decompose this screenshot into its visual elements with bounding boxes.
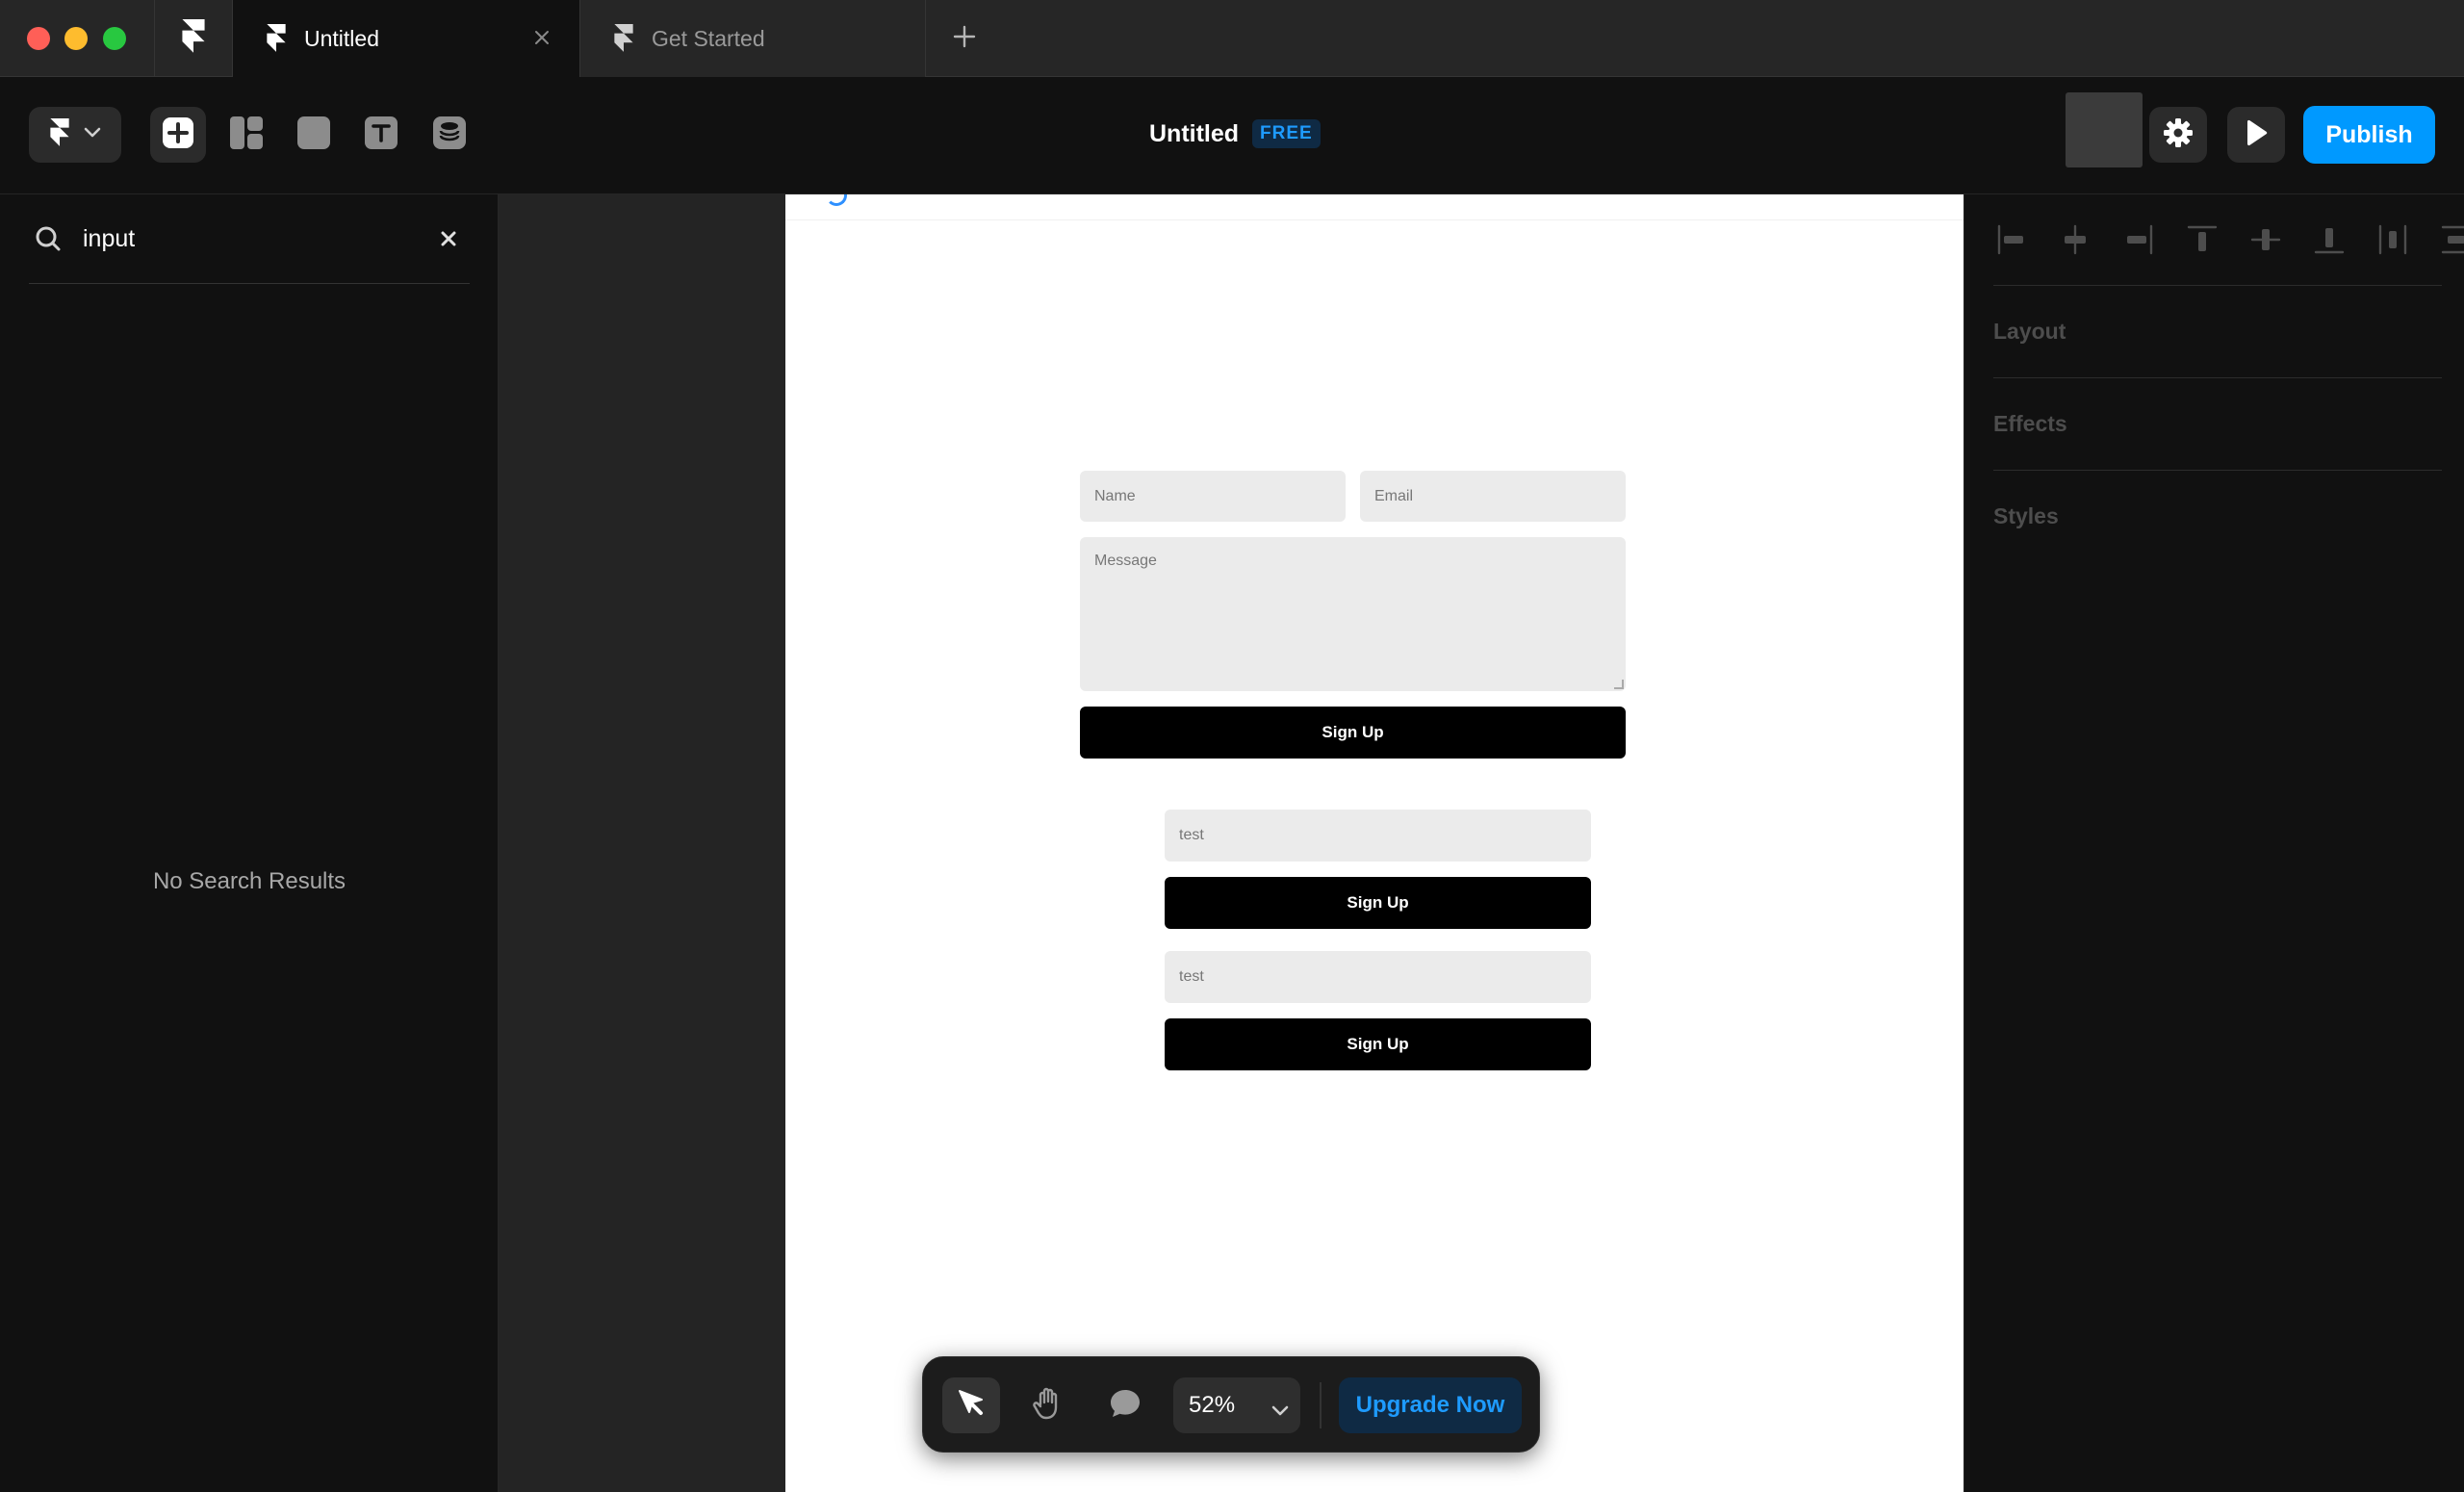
comment-bubble-icon bbox=[1109, 1388, 1142, 1424]
hand-icon bbox=[1032, 1386, 1065, 1426]
properties-panel: Layout Effects Styles bbox=[1964, 194, 2464, 1492]
align-right-icon[interactable] bbox=[2122, 223, 2155, 256]
sign-up-button[interactable]: Sign Up bbox=[1165, 877, 1591, 929]
frame-button[interactable] bbox=[286, 107, 342, 163]
page-nav-fragment bbox=[826, 194, 847, 206]
test-input[interactable]: test bbox=[1165, 810, 1591, 862]
test-input[interactable]: test bbox=[1165, 951, 1591, 1003]
align-vertical-center-icon[interactable] bbox=[2249, 223, 2282, 256]
section-label: Effects bbox=[1993, 411, 2067, 436]
layer-search bbox=[29, 194, 470, 284]
tab-untitled[interactable]: Untitled bbox=[233, 0, 579, 77]
sign-up-button[interactable]: Sign Up bbox=[1165, 1018, 1591, 1070]
upgrade-now-button[interactable]: Upgrade Now bbox=[1339, 1377, 1522, 1433]
document-title[interactable]: Untitled FREE bbox=[1149, 119, 1321, 148]
clear-search-icon[interactable] bbox=[439, 229, 458, 253]
toolbar-divider bbox=[1320, 1382, 1322, 1428]
sign-up-button[interactable]: Sign Up bbox=[1080, 707, 1626, 759]
effects-section[interactable]: Effects bbox=[1993, 377, 2442, 470]
left-panel: No Search Results bbox=[0, 194, 499, 1492]
search-icon bbox=[35, 225, 62, 257]
email-input[interactable]: Email bbox=[1360, 471, 1626, 522]
close-tab-icon[interactable] bbox=[531, 27, 552, 48]
main-toolbar: Untitled FREE Publish bbox=[0, 77, 2464, 194]
layout-grid-icon bbox=[229, 116, 264, 155]
section-label: Layout bbox=[1993, 319, 2066, 344]
no-search-results: No Search Results bbox=[152, 868, 346, 894]
insert-button[interactable] bbox=[150, 107, 206, 163]
cursor-icon bbox=[956, 1388, 987, 1424]
test-placeholder: test bbox=[1179, 827, 1204, 843]
layout-button[interactable] bbox=[218, 107, 274, 163]
publish-button[interactable]: Publish bbox=[2303, 106, 2435, 164]
comment-tool-button[interactable] bbox=[1096, 1377, 1154, 1433]
frame-square-icon bbox=[296, 116, 331, 155]
title-bar: Untitled Get Started bbox=[0, 0, 2464, 77]
close-window-button[interactable] bbox=[27, 27, 50, 50]
zoom-dropdown[interactable]: 52% bbox=[1173, 1377, 1300, 1433]
plus-icon bbox=[952, 24, 977, 54]
resize-handle-icon[interactable] bbox=[1614, 680, 1624, 689]
database-icon bbox=[432, 116, 467, 155]
document-name: Untitled bbox=[1149, 119, 1240, 147]
chevron-down-icon bbox=[1271, 1397, 1289, 1424]
test-placeholder: test bbox=[1179, 968, 1204, 985]
name-placeholder: Name bbox=[1094, 487, 1136, 504]
layout-section[interactable]: Layout bbox=[1993, 285, 2442, 377]
maximize-window-button[interactable] bbox=[103, 27, 126, 50]
message-placeholder: Message bbox=[1094, 553, 1157, 569]
minimize-window-button[interactable] bbox=[64, 27, 88, 50]
preview-button[interactable] bbox=[2227, 107, 2285, 163]
plus-square-icon bbox=[162, 116, 194, 154]
gear-icon bbox=[2163, 117, 2194, 153]
tab-label: Get Started bbox=[652, 25, 765, 51]
tab-get-started[interactable]: Get Started bbox=[579, 0, 926, 77]
page-divider bbox=[785, 219, 1964, 220]
design-canvas[interactable]: Name Email Message Sign Up test Sign Up … bbox=[499, 194, 1964, 1492]
search-input[interactable] bbox=[83, 219, 429, 258]
email-placeholder: Email bbox=[1374, 487, 1414, 504]
align-top-icon[interactable] bbox=[2186, 223, 2219, 256]
section-label: Styles bbox=[1993, 503, 2059, 528]
tab-label: Untitled bbox=[304, 25, 379, 51]
framer-logo-icon bbox=[181, 18, 206, 59]
alignment-toolbar bbox=[1995, 218, 2464, 262]
plan-badge: FREE bbox=[1252, 119, 1321, 148]
site-settings-button[interactable] bbox=[2149, 107, 2207, 163]
align-bottom-icon[interactable] bbox=[2313, 223, 2346, 256]
distribute-horizontal-icon[interactable] bbox=[2376, 223, 2409, 256]
message-textarea[interactable]: Message bbox=[1080, 537, 1626, 691]
framer-logo-icon bbox=[266, 24, 287, 53]
framer-logo-icon bbox=[613, 24, 634, 53]
distribute-vertical-icon[interactable] bbox=[2440, 223, 2464, 256]
select-tool-button[interactable] bbox=[942, 1377, 1000, 1433]
main-menu-button[interactable] bbox=[29, 107, 121, 163]
canvas-tool-bar: 52% Upgrade Now bbox=[922, 1356, 1540, 1453]
avatar[interactable] bbox=[2066, 92, 2143, 167]
play-icon bbox=[2244, 119, 2269, 151]
hand-tool-button[interactable] bbox=[1019, 1377, 1077, 1433]
name-input[interactable]: Name bbox=[1080, 471, 1346, 522]
home-logo-button[interactable] bbox=[154, 0, 233, 77]
framer-logo-icon bbox=[49, 117, 70, 152]
zoom-level: 52% bbox=[1189, 1392, 1236, 1418]
text-button[interactable] bbox=[353, 107, 409, 163]
text-tool-icon bbox=[364, 116, 398, 155]
new-tab-button[interactable] bbox=[947, 21, 982, 56]
styles-section[interactable]: Styles bbox=[1993, 470, 2442, 562]
page-frame[interactable]: Name Email Message Sign Up test Sign Up … bbox=[785, 194, 1964, 1492]
chevron-down-icon bbox=[84, 126, 101, 143]
align-left-icon[interactable] bbox=[1995, 223, 2028, 256]
align-horizontal-center-icon[interactable] bbox=[2059, 223, 2092, 256]
cms-button[interactable] bbox=[422, 107, 477, 163]
